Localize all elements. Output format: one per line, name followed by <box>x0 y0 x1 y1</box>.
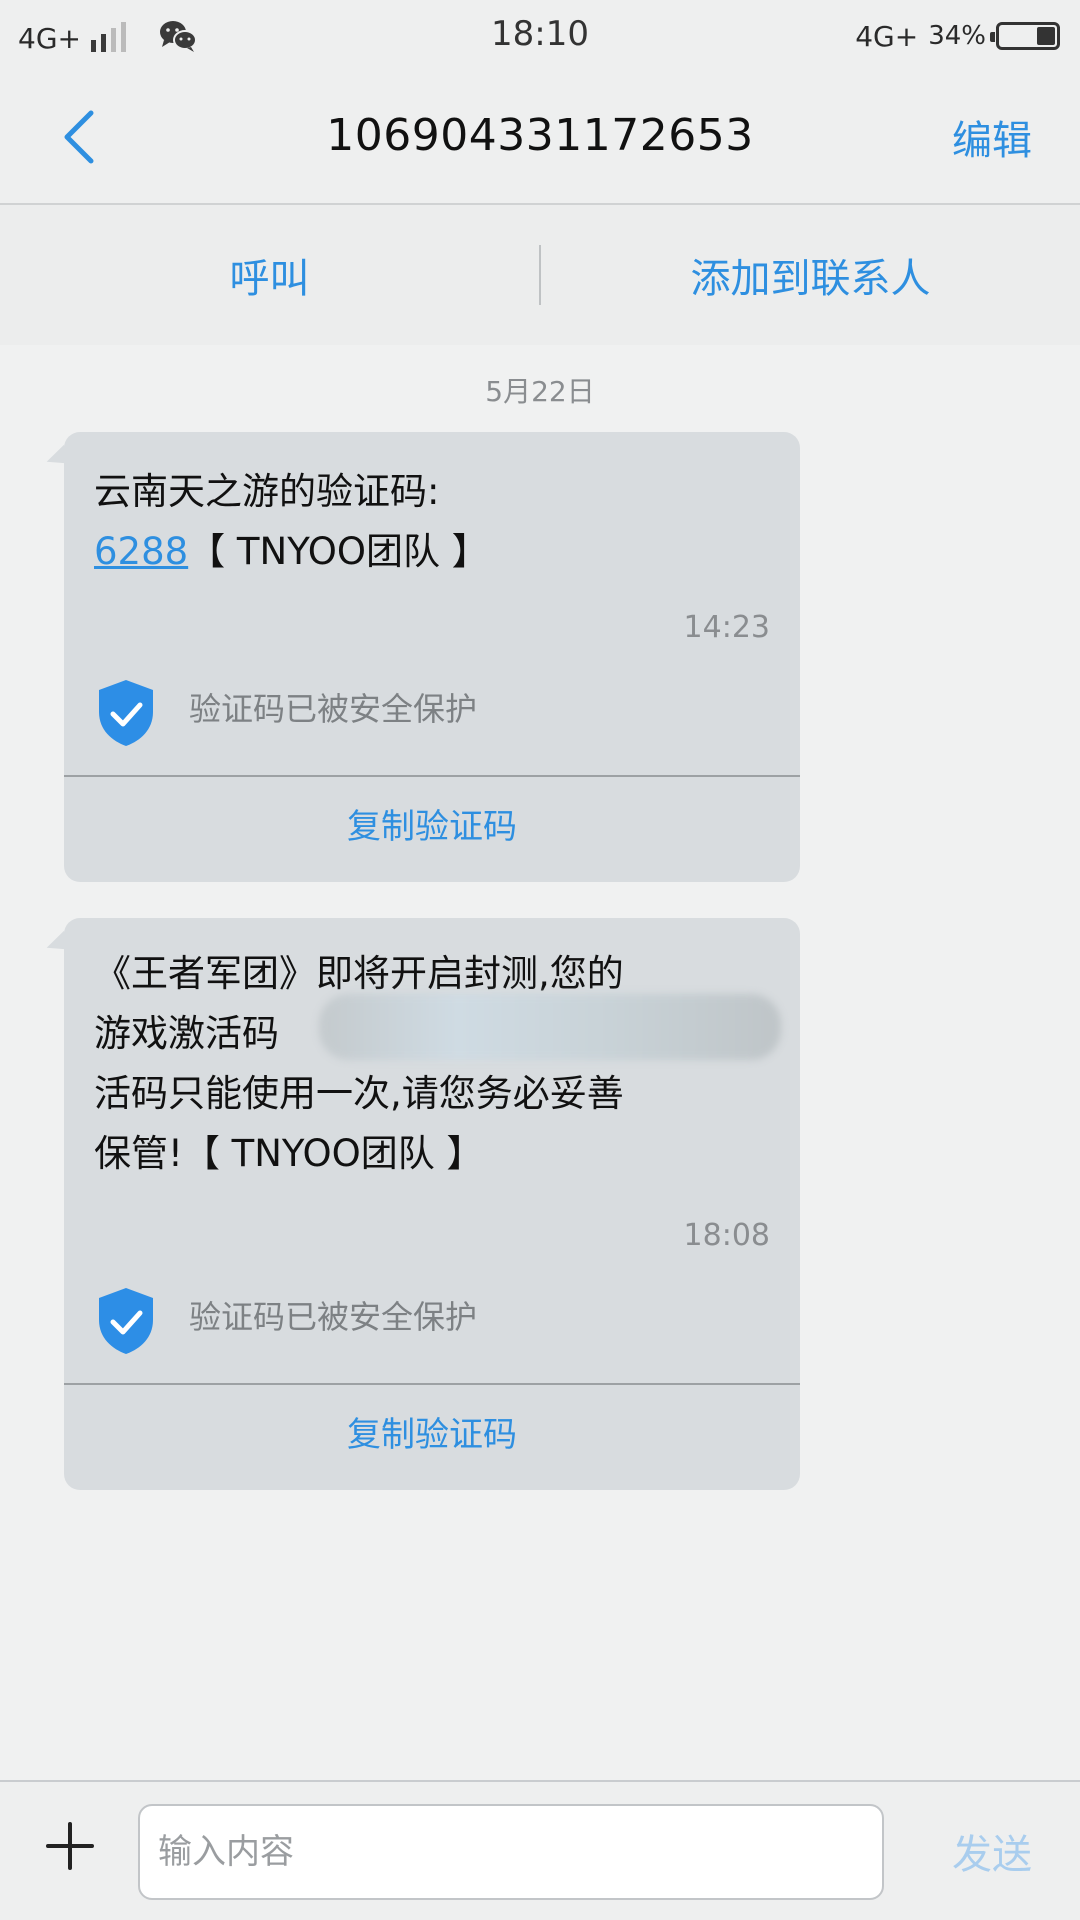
message-bubble[interactable]: 云南天之游的验证码: 6288【 TNYOO团队 】 14:23 验证码已被安全… <box>43 432 800 882</box>
protection-label: 验证码已被安全保护 <box>189 690 478 728</box>
edit-button[interactable]: 编辑 <box>952 108 1032 166</box>
verification-code-link[interactable]: 6288 <box>94 530 188 573</box>
message-line: 活码只能使用一次,请您务必妥善 <box>94 1072 624 1115</box>
bubble-tail <box>43 930 71 958</box>
add-attachment-button[interactable] <box>40 1816 100 1876</box>
message-time: 18:08 <box>683 1218 770 1253</box>
send-button[interactable]: 发送 <box>952 1822 1032 1880</box>
date-separator: 5月22日 <box>485 375 595 408</box>
network-type-right: 4G+ <box>855 19 919 53</box>
protection-label: 验证码已被安全保护 <box>189 1298 478 1336</box>
redacted-code-blur <box>319 994 781 1060</box>
copy-code-button[interactable]: 复制验证码 <box>64 777 800 877</box>
composer-bar: 发送 <box>0 1780 1080 1920</box>
chevron-left-icon <box>64 110 94 164</box>
message-line: 云南天之游的验证码: <box>94 470 440 513</box>
message-bubble[interactable]: 《王者军团》即将开启封测,您的 游戏激活码激 活码只能使用一次,请您务必妥善 保… <box>43 918 800 1490</box>
conversation-header: 106904331172653 编辑 <box>0 72 1080 205</box>
message-time: 14:23 <box>683 610 770 645</box>
message-text: 云南天之游的验证码: 6288【 TNYOO团队 】 <box>94 462 760 582</box>
contact-actions: 呼叫 添加到联系人 <box>0 205 1080 345</box>
add-contact-button[interactable]: 添加到联系人 <box>541 246 1080 304</box>
bubble-tail <box>43 444 71 472</box>
shield-check-icon <box>99 1288 153 1354</box>
copy-code-button[interactable]: 复制验证码 <box>64 1385 800 1485</box>
message-line: 6288【 TNYOO团队 】 <box>94 522 760 582</box>
status-right: 4G+ 34% <box>855 14 1060 58</box>
message-signature: 【 TNYOO团队 】 <box>188 530 489 573</box>
message-line: 保管!【 TNYOO团队 】 <box>94 1132 484 1175</box>
call-button[interactable]: 呼叫 <box>0 246 539 304</box>
shield-check-icon <box>99 680 153 746</box>
message-input[interactable] <box>138 1804 884 1900</box>
battery-icon <box>990 22 1060 50</box>
message-segment: 游戏激活码 <box>94 1012 279 1055</box>
back-button[interactable] <box>48 102 108 172</box>
battery-percent: 34% <box>928 21 986 51</box>
page-title: 106904331172653 <box>326 110 754 161</box>
message-text: 《王者军团》即将开启封测,您的 游戏激活码激 活码只能使用一次,请您务必妥善 保… <box>94 944 760 1184</box>
